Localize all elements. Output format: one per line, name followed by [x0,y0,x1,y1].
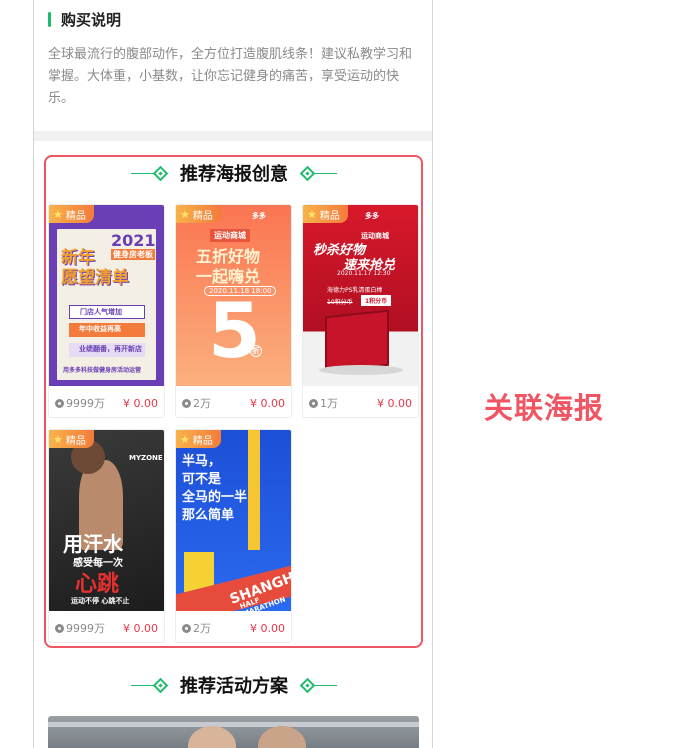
activity-image[interactable] [48,716,419,748]
related-posters-label: 关联海报 [484,391,605,425]
premium-badge: ★ 精品 [49,430,94,448]
section-divider [34,131,432,141]
page: 购买说明 全球最流行的腹部动作，全方位打造腹肌线条！建议私教学习和掌握。大体重，… [0,0,677,748]
premium-badge: ★ 精品 [49,205,94,223]
premium-badge: ★ 精品 [176,430,221,448]
section-accent-bar [48,11,51,27]
star-icon: ★ [53,432,63,446]
star-icon: ★ [307,207,317,221]
star-icon: ★ [180,432,190,446]
premium-badge: ★ 精品 [176,205,221,223]
related-posters-highlight [44,155,423,648]
premium-badge: ★ 精品 [303,205,348,223]
badge-label: 精品 [319,210,340,222]
purchase-title: 购买说明 [61,10,122,29]
badge-label: 精品 [192,210,213,222]
star-icon: ★ [53,207,63,221]
recommend-activities-heading: 推荐活动方案 [34,673,432,697]
recommend-activities-title: 推荐活动方案 [180,676,288,697]
heading-ornament-left [131,677,169,693]
purchase-section-header: 购买说明 [48,10,122,29]
purchase-description: 全球最流行的腹部动作，全方位打造腹肌线条！建议私教学习和掌握。大体重，小基数，让… [48,47,413,106]
heading-ornament-right [299,677,337,693]
badge-label: 精品 [192,435,213,447]
badge-label: 精品 [65,210,86,222]
star-icon: ★ [180,207,190,221]
badge-label: 精品 [65,435,86,447]
